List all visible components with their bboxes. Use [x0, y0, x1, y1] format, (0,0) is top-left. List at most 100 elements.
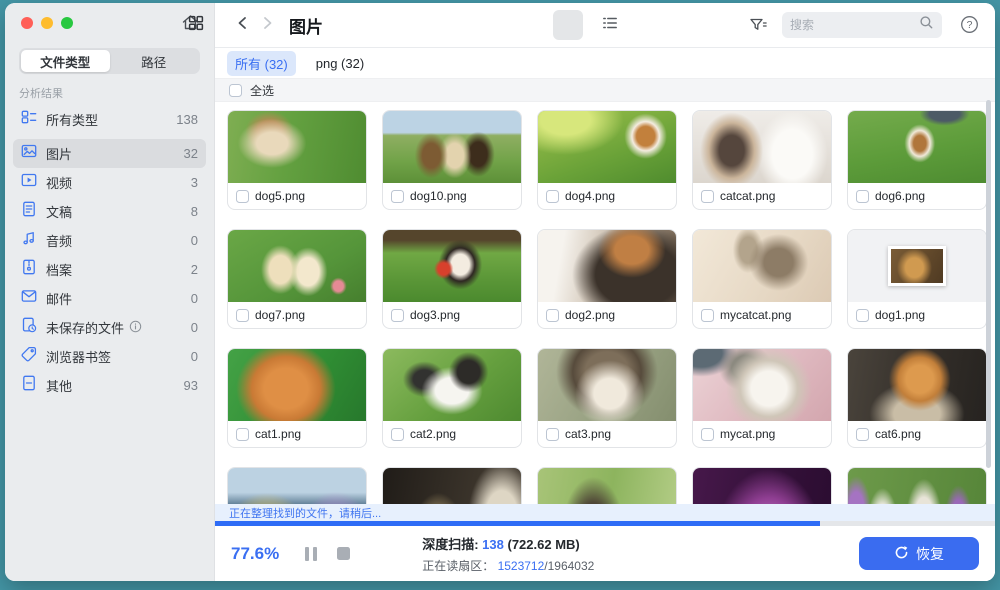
sidebar-item-archive[interactable]: 档案 2 — [13, 255, 206, 284]
file-name: dog4.png — [565, 189, 615, 203]
file-thumbnail — [228, 349, 366, 421]
close-window-button[interactable] — [21, 17, 33, 29]
list-view-button[interactable] — [595, 10, 625, 40]
file-card-partial[interactable] — [227, 467, 367, 504]
pause-button[interactable] — [305, 547, 317, 561]
deep-scan-count: 138 — [482, 537, 504, 552]
sidebar-item-count: 93 — [184, 378, 198, 393]
filter-chip-png[interactable]: png (32) — [308, 53, 372, 74]
file-name: cat1.png — [255, 427, 301, 441]
sector-label: 正在读扇区： — [422, 559, 494, 573]
sidebar-item-image[interactable]: 图片 32 — [13, 139, 206, 168]
search-box — [782, 12, 942, 38]
file-checkbox[interactable] — [701, 309, 714, 322]
sidebar-item-label: 图片 — [46, 144, 72, 163]
file-card[interactable]: dog4.png — [537, 110, 677, 210]
info-icon — [129, 320, 142, 336]
grid-view-button[interactable] — [553, 10, 583, 40]
file-checkbox[interactable] — [391, 190, 404, 203]
file-card[interactable]: cat6.png — [847, 348, 987, 448]
sidebar-item-label: 档案 — [46, 260, 72, 279]
file-thumbnail — [228, 111, 366, 183]
sidebar-item-bookmark[interactable]: 浏览器书签0 — [13, 342, 206, 371]
sidebar-item-audio[interactable]: 音频0 — [13, 226, 206, 255]
sidebar-item-count: 2 — [191, 262, 198, 277]
file-card[interactable]: cat2.png — [382, 348, 522, 448]
file-checkbox[interactable] — [391, 428, 404, 441]
file-checkbox[interactable] — [236, 428, 249, 441]
recover-button[interactable]: 恢复 — [859, 537, 979, 570]
file-card[interactable]: dog3.png — [382, 229, 522, 329]
file-card[interactable]: mycatcat.png — [692, 229, 832, 329]
file-card[interactable]: dog10.png — [382, 110, 522, 210]
file-checkbox[interactable] — [236, 190, 249, 203]
file-card-partial[interactable] — [692, 467, 832, 504]
file-card[interactable]: dog2.png — [537, 229, 677, 329]
minimize-window-button[interactable] — [41, 17, 53, 29]
stop-button[interactable] — [337, 547, 350, 560]
sidebar-item-count: 8 — [191, 204, 198, 219]
archive-icon — [21, 259, 37, 280]
file-checkbox[interactable] — [856, 309, 869, 322]
sidebar-item-all-types[interactable]: 所有类型138 — [13, 105, 206, 134]
file-card[interactable]: dog5.png — [227, 110, 367, 210]
file-checkbox[interactable] — [236, 309, 249, 322]
bottom-bar: 77.6% 深度扫描: 138 (722.62 MB) 正在读扇区： 15237… — [215, 526, 995, 581]
file-card[interactable]: cat1.png — [227, 348, 367, 448]
sidebar-item-other[interactable]: 其他93 — [13, 371, 206, 400]
file-checkbox[interactable] — [701, 428, 714, 441]
file-card[interactable]: dog1.png — [847, 229, 987, 329]
file-thumbnail — [228, 468, 366, 504]
file-checkbox[interactable] — [546, 190, 559, 203]
file-thumbnail — [383, 111, 521, 183]
file-name: cat3.png — [565, 427, 611, 441]
file-thumbnail — [693, 349, 831, 421]
sidebar: 文件类型 路径 分析结果 所有类型138图片32视频3文稿8音频0档案2邮件0未… — [5, 3, 215, 581]
tab-file-type[interactable]: 文件类型 — [21, 50, 110, 72]
file-card-partial[interactable] — [847, 467, 987, 504]
search-input[interactable] — [790, 18, 919, 32]
file-card[interactable]: mycat.png — [692, 348, 832, 448]
deep-scan-label: 深度扫描: — [422, 537, 478, 552]
help-button[interactable]: ? — [960, 15, 979, 39]
file-card[interactable]: dog7.png — [227, 229, 367, 329]
file-checkbox[interactable] — [546, 309, 559, 322]
app-window: 文件类型 路径 分析结果 所有类型138图片32视频3文稿8音频0档案2邮件0未… — [5, 3, 995, 581]
sidebar-tabs: 文件类型 路径 — [19, 48, 200, 74]
other-icon — [21, 375, 37, 396]
file-thumbnail — [848, 349, 986, 421]
scan-progress-bar — [215, 521, 995, 526]
refresh-icon — [894, 545, 909, 563]
file-name: dog3.png — [410, 308, 460, 322]
filter-button[interactable] — [749, 16, 768, 39]
filter-chip-all[interactable]: 所有 (32) — [227, 51, 296, 76]
file-checkbox[interactable] — [391, 309, 404, 322]
scan-progress-fill — [215, 521, 820, 526]
file-card-partial[interactable] — [537, 467, 677, 504]
filter-funnel-icon — [749, 21, 768, 38]
file-card[interactable]: cat3.png — [537, 348, 677, 448]
file-thumbnail — [693, 111, 831, 183]
sidebar-item-unsaved-file[interactable]: 未保存的文件 0 — [13, 313, 206, 342]
file-card[interactable]: catcat.png — [692, 110, 832, 210]
file-name: cat6.png — [875, 427, 921, 441]
vertical-scrollbar[interactable] — [986, 100, 991, 468]
mail-icon — [21, 288, 37, 309]
file-checkbox[interactable] — [856, 190, 869, 203]
sidebar-item-video[interactable]: 视频3 — [13, 168, 206, 197]
select-all-checkbox[interactable] — [229, 84, 242, 97]
file-checkbox[interactable] — [701, 190, 714, 203]
file-card[interactable]: dog6.png — [847, 110, 987, 210]
file-card-partial[interactable] — [382, 467, 522, 504]
file-name: dog2.png — [565, 308, 615, 322]
zoom-window-button[interactable] — [61, 17, 73, 29]
grid-view-icon — [188, 15, 328, 36]
bookmark-icon — [21, 346, 37, 367]
sidebar-item-label: 视频 — [46, 173, 72, 192]
file-checkbox[interactable] — [546, 428, 559, 441]
sidebar-item-mail[interactable]: 邮件0 — [13, 284, 206, 313]
sidebar-item-count: 32 — [184, 146, 198, 161]
tab-path[interactable]: 路径 — [110, 50, 199, 72]
sidebar-item-document[interactable]: 文稿8 — [13, 197, 206, 226]
file-checkbox[interactable] — [856, 428, 869, 441]
